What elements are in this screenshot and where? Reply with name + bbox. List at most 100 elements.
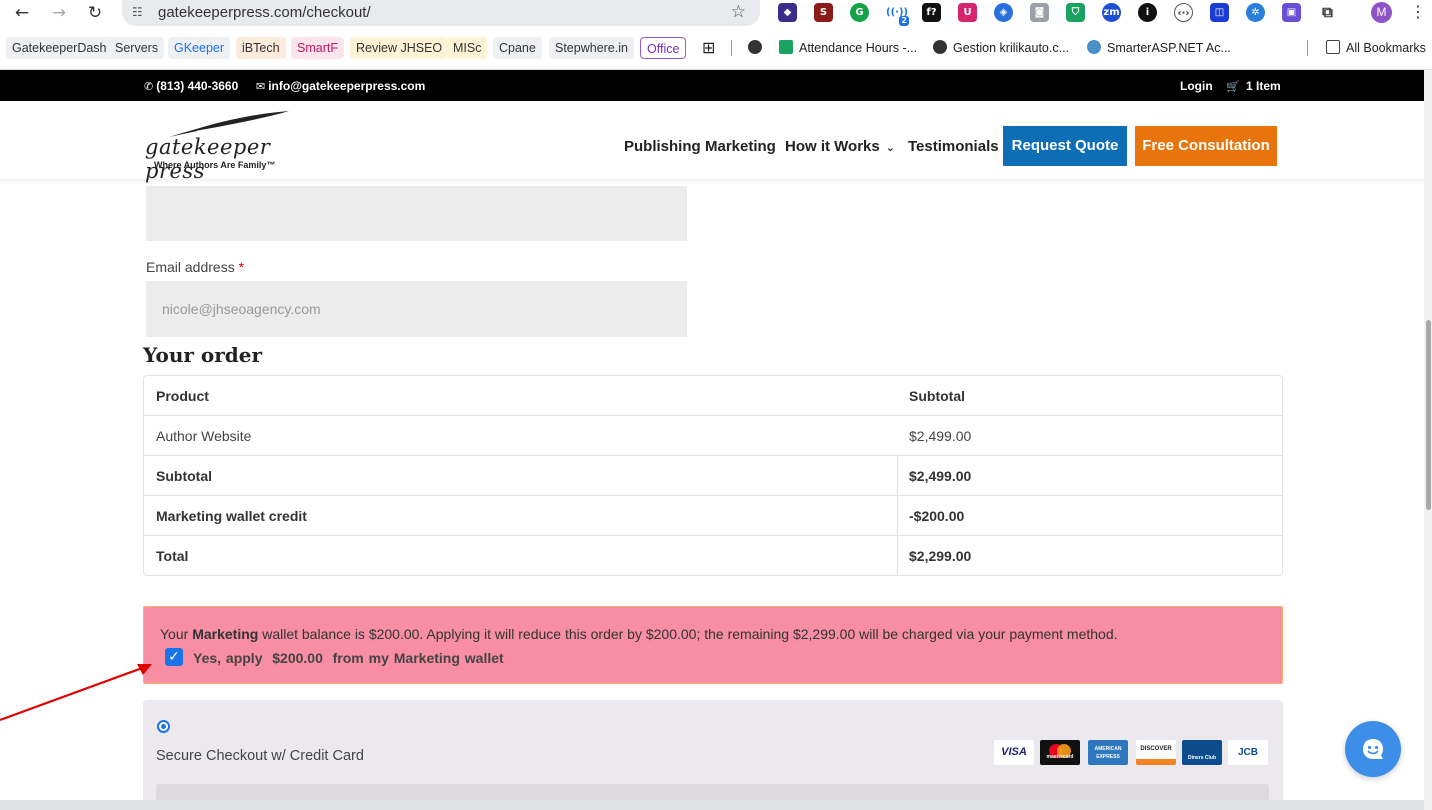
column-divider [897, 536, 898, 576]
extension-translate-icon[interactable]: ▣ [1282, 3, 1301, 22]
wallet-credit-value: -$200.00 [909, 508, 965, 524]
extension-gear-icon[interactable]: ✲ [1246, 3, 1265, 22]
subtotal-value: $2,499.00 [909, 468, 972, 484]
bookmarks-bar: GatekeeperDash Servers GKeeper iBTech Sm… [0, 37, 1432, 61]
product-name: Author Website [156, 428, 252, 444]
mastercard-icon: mastercard [1040, 740, 1080, 765]
nav-how-it-works[interactable]: How it Works ⌄ [785, 138, 895, 155]
bookmark-link[interactable]: Attendance Hours -... [779, 37, 917, 59]
table-row: Author Website $2,499.00 [144, 416, 1282, 456]
extension-shield-icon[interactable]: ⛉ [1066, 3, 1085, 22]
wallet-message: Your Marketing wallet balance is $200.00… [160, 626, 1118, 642]
email-field[interactable] [146, 281, 687, 337]
cart-icon: 🛒 [1226, 80, 1240, 93]
login-link[interactable]: Login [1180, 79, 1213, 93]
wallet-credit-label: Marketing wallet credit [156, 508, 307, 524]
extension-code-icon[interactable]: ‹·› [1174, 3, 1193, 22]
envelope-icon: ✉ [256, 80, 266, 93]
profile-avatar[interactable]: M [1371, 2, 1392, 23]
site-settings-icon[interactable]: ☷ [132, 4, 148, 20]
nav-publishing[interactable]: Publishing [624, 138, 701, 155]
jcb-icon: JCB [1228, 740, 1268, 765]
phone-link[interactable]: ✆ (813) 440-3660 [144, 79, 238, 93]
bookmark-folder[interactable]: GatekeeperDash [6, 37, 113, 59]
bookmark-folder[interactable]: Office [640, 37, 687, 59]
extension-diamond-icon[interactable]: ◆ [778, 3, 797, 22]
extension-grammarly-icon[interactable]: G [850, 3, 869, 22]
discover-icon: DISCOVER [1136, 740, 1176, 765]
order-title: Your order [143, 343, 263, 367]
extension-fonts-icon[interactable]: f? [922, 3, 941, 22]
extension-s-icon[interactable]: S [814, 3, 833, 22]
globe-icon [933, 40, 947, 54]
apps-grid-icon[interactable]: ⊞ [702, 37, 715, 59]
bookmark-folder[interactable]: Servers [109, 37, 165, 59]
extension-location-icon[interactable]: ◈ [994, 3, 1013, 22]
extension-browser-icon[interactable]: ◫ [1210, 3, 1229, 22]
extension-camera-icon[interactable]: ◙ [1030, 3, 1049, 22]
total-label: Total [156, 548, 189, 564]
address-bar[interactable]: ☷ gatekeeperpress.com/checkout/ ☆ [122, 0, 760, 26]
credit-card-radio[interactable] [157, 720, 170, 733]
forward-icon[interactable]: → [48, 2, 70, 24]
request-quote-button[interactable]: Request Quote [1003, 126, 1127, 166]
email-input[interactable] [146, 281, 687, 337]
bookmark-separator [731, 40, 732, 56]
product-subtotal: $2,499.00 [909, 428, 972, 444]
address-row: ← → ↻ ☷ gatekeeperpress.com/checkout/ ☆ … [0, 0, 1432, 26]
bookmark-star-icon[interactable]: ☆ [731, 2, 746, 22]
credit-card-label[interactable]: Secure Checkout w/ Credit Card [156, 748, 364, 764]
bookmark-folder[interactable]: Cpane [493, 37, 542, 59]
reload-icon[interactable]: ↻ [84, 2, 106, 24]
wallet-notice: Your Marketing wallet balance is $200.00… [143, 606, 1283, 684]
extensions-puzzle-icon[interactable]: ⧉ [1318, 3, 1337, 22]
chat-launcher-button[interactable] [1345, 721, 1401, 777]
apply-wallet-label[interactable]: Yes, apply $200.00 from my Marketing wal… [193, 650, 504, 666]
site-logo[interactable]: gatekeeper press Where Authors Are Famil… [145, 109, 290, 183]
table-header-row: Product Subtotal [144, 376, 1282, 416]
free-consultation-button[interactable]: Free Consultation [1135, 126, 1277, 166]
bookmark-folder[interactable]: Stepwhere.in [549, 37, 634, 59]
cart-link[interactable]: 🛒 1 Item [1226, 79, 1281, 93]
chat-smiley-icon [1363, 739, 1383, 759]
nav-marketing[interactable]: Marketing [705, 138, 776, 155]
logo-tagline: Where Authors Are Family™ [154, 160, 276, 170]
column-header-subtotal: Subtotal [909, 388, 965, 404]
all-bookmarks[interactable]: All Bookmarks [1326, 37, 1426, 59]
amex-icon: AMERICAN EXPRESS [1088, 740, 1128, 765]
previous-input[interactable] [146, 186, 687, 241]
bookmark-folder[interactable]: GKeeper [168, 37, 231, 59]
page-scrollbar-thumb[interactable] [1426, 320, 1431, 510]
column-header-product: Product [156, 388, 209, 404]
extension-badge: 2 [899, 16, 909, 26]
bookmark-separator [1307, 40, 1308, 56]
required-mark: * [238, 259, 245, 275]
site-topbar: ✆ (813) 440-3660 ✉ info@gatekeeperpress.co… [0, 70, 1432, 101]
phone-icon: ✆ [144, 80, 154, 93]
browser-chrome: ← → ↻ ☷ gatekeeperpress.com/checkout/ ☆ … [0, 0, 1432, 70]
browser-menu-icon[interactable]: ⋮ [1410, 2, 1426, 21]
nav-testimonials[interactable]: Testimonials [908, 138, 999, 155]
extension-info-icon[interactable]: i [1138, 3, 1157, 22]
extension-zm-icon[interactable]: zm [1102, 3, 1121, 22]
bookmark-link[interactable]: SmarterASP.NET Ac... [1087, 37, 1231, 59]
url-text[interactable]: gatekeeperpress.com/checkout/ [158, 4, 371, 21]
site-header: gatekeeper press Where Authors Are Famil… [0, 101, 1424, 183]
bookmark-folder[interactable]: SmartF [291, 37, 344, 59]
bookmark-folder[interactable]: iBTech [236, 37, 286, 59]
extension-signal-icon[interactable]: ((·)) 2 [886, 3, 909, 26]
bookmark-folder[interactable]: Review JHSEO [350, 37, 449, 59]
cloud-icon [1087, 40, 1101, 54]
bookmark-folder[interactable]: MISc [447, 37, 488, 59]
extension-u-icon[interactable]: U [958, 3, 977, 22]
back-icon[interactable]: ← [11, 2, 33, 24]
payment-methods: Secure Checkout w/ Credit Card VISA mast… [143, 700, 1283, 810]
globe-icon[interactable] [748, 37, 768, 59]
email-link[interactable]: ✉ info@gatekeeperpress.com [256, 79, 425, 93]
bookmark-link[interactable]: Gestion krilikauto.c... [933, 37, 1069, 59]
email-label: Email address * [146, 259, 245, 275]
subtotal-label: Subtotal [156, 468, 212, 484]
apply-wallet-checkbox[interactable]: ✓ [165, 648, 183, 666]
previous-field[interactable] [146, 186, 687, 241]
folder-icon [1326, 40, 1340, 54]
